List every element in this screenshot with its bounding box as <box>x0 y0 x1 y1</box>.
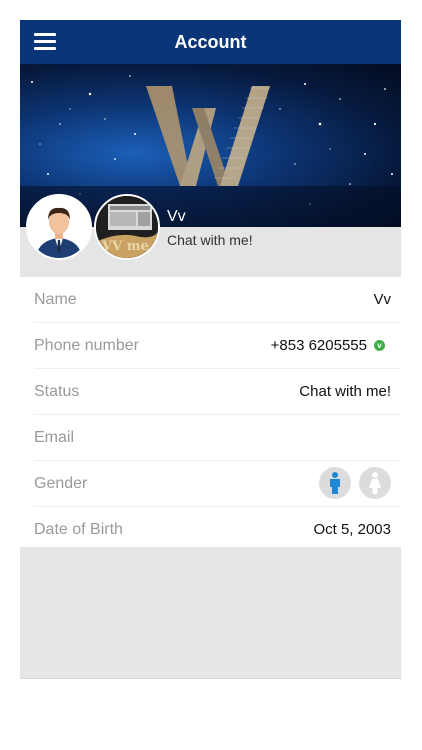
name-label: Name <box>34 291 77 308</box>
name-value: Vv <box>373 291 391 308</box>
account-screen: Account VV me Vv Chat with me! Name Vv P… <box>20 20 401 679</box>
photo-caption: VV me <box>101 239 149 254</box>
phone-value: +853 6205555 <box>270 337 367 354</box>
name-row[interactable]: Name Vv <box>34 277 401 323</box>
gender-label: Gender <box>34 475 88 492</box>
date-of-birth-row[interactable]: Date of Birth Oct 5, 2003 <box>34 507 401 552</box>
profile-name: Vv <box>167 208 186 225</box>
date-of-birth-label: Date of Birth <box>34 521 123 538</box>
profile-status: Chat with me! <box>167 232 253 248</box>
email-label: Email <box>34 429 75 446</box>
gender-row: Gender <box>34 461 401 507</box>
email-row[interactable]: Email <box>34 415 401 461</box>
user-avatar-icon[interactable] <box>26 194 92 260</box>
page-title: Account <box>174 32 247 52</box>
empty-area <box>20 547 401 678</box>
status-label: Status <box>34 383 80 400</box>
account-info-list: Name Vv Phone number +853 6205555 v Stat… <box>20 277 401 552</box>
female-icon[interactable] <box>359 467 391 499</box>
verified-icon: v <box>374 340 385 351</box>
status-row[interactable]: Status Chat with me! <box>34 369 401 415</box>
profile-photo[interactable]: VV me <box>94 194 160 260</box>
phone-row[interactable]: Phone number +853 6205555 v <box>34 323 401 369</box>
phone-label: Phone number <box>34 337 139 354</box>
male-icon[interactable] <box>319 467 351 499</box>
date-of-birth-value: Oct 5, 2003 <box>313 521 391 538</box>
status-value: Chat with me! <box>299 383 391 400</box>
navigation-bar: Account <box>20 20 401 64</box>
